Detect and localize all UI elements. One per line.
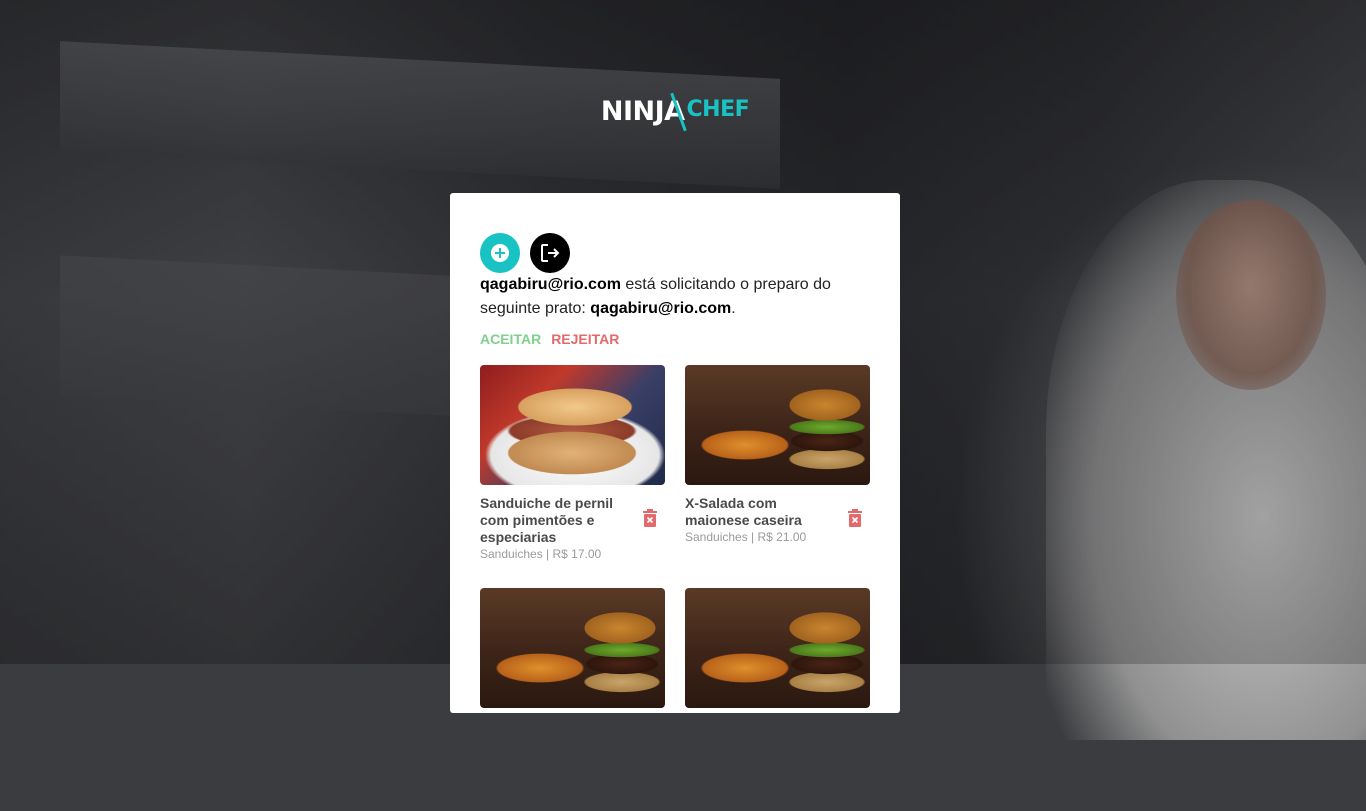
dish-image (480, 365, 665, 485)
dish-card[interactable] (480, 588, 665, 811)
dish-meta: Sanduiches | R$ 17.00 (480, 547, 602, 561)
main-card: qagabiru@rio.com está solicitando o prep… (450, 193, 900, 713)
dish-name: Sanduiche de pernil com pimentões e espe… (480, 495, 614, 545)
action-bar (480, 233, 570, 273)
decision-actions: Aceitar Rejeitar (480, 331, 619, 347)
logout-icon (541, 244, 560, 262)
ninjachef-logo: NINJA CHEF (601, 88, 750, 134)
dish-image (685, 365, 870, 485)
plus-circle-icon (491, 244, 509, 262)
reject-button[interactable]: Rejeitar (551, 331, 619, 347)
dish-list: Sanduiche de pernil com pimentões e espe… (480, 365, 870, 811)
delete-dish-button[interactable] (641, 509, 659, 529)
logo-chef-text: CHEF (686, 96, 750, 122)
accept-button[interactable]: Aceitar (480, 331, 541, 347)
request-message: qagabiru@rio.com está solicitando o prep… (480, 276, 831, 317)
requester-email: qagabiru@rio.com (480, 276, 621, 293)
dish-name: X-Salada com maionese caseira (685, 495, 802, 528)
dish-meta: Sanduiches | R$ 21.00 (685, 530, 807, 544)
requested-dish: qagabiru@rio.com (590, 300, 732, 317)
add-dish-button[interactable] (480, 233, 520, 273)
logout-button[interactable] (530, 233, 570, 273)
dish-card[interactable]: X-Salada com maionese caseira Sanduiches… (685, 365, 870, 588)
dish-card[interactable] (685, 588, 870, 811)
dish-image (685, 588, 870, 708)
dish-image (480, 588, 665, 708)
dish-card[interactable]: Sanduiche de pernil com pimentões e espe… (480, 365, 665, 588)
trash-icon (848, 509, 862, 527)
trash-icon (643, 509, 657, 527)
delete-dish-button[interactable] (846, 509, 864, 529)
